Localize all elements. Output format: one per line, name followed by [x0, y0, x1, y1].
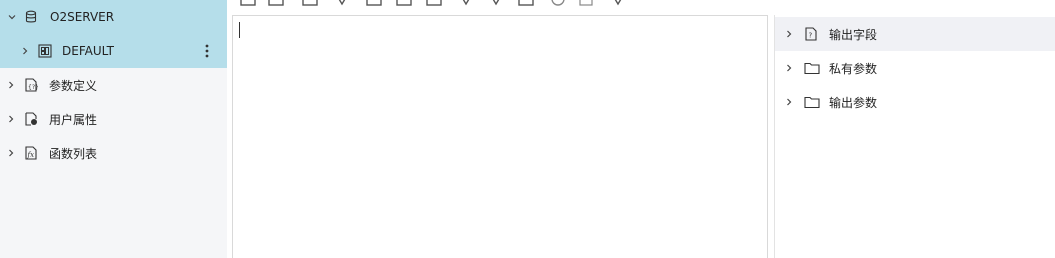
tree-node-params[interactable]: {?} 参数定义 — [0, 68, 227, 102]
tree-node-user-attrs-label: 用户属性 — [49, 112, 98, 127]
toolbar-button-1-icon[interactable] — [240, 0, 256, 6]
chevron-down-icon[interactable] — [7, 12, 17, 22]
toolbar-button-12-icon[interactable] — [578, 0, 594, 6]
toolbar-button-6-icon[interactable] — [396, 0, 412, 6]
tree-node-private-params-label: 私有参数 — [829, 61, 878, 76]
tree-node-server[interactable]: O2SERVER — [0, 0, 227, 34]
tree-node-server-label: O2SERVER — [50, 10, 115, 24]
svg-text:fx: fx — [27, 151, 35, 159]
tree-node-output-fields-label: 输出字段 — [829, 27, 878, 42]
chevron-right-icon[interactable] — [784, 63, 794, 73]
text-caret — [239, 22, 240, 38]
chevron-right-icon[interactable] — [784, 29, 794, 39]
param-doc-icon: {?} — [24, 78, 38, 92]
toolbar-button-2-icon[interactable] — [268, 0, 284, 6]
database-icon — [24, 10, 38, 24]
user-attr-icon — [24, 112, 38, 126]
folder-icon — [804, 95, 820, 109]
expression-editor[interactable] — [232, 15, 768, 258]
field-doc-icon: ? — [804, 27, 818, 41]
table-grid-icon — [38, 44, 52, 58]
toolbar-button-10-icon[interactable] — [518, 0, 534, 6]
editor-toolbar — [232, 0, 652, 6]
tree-node-db-label: DEFAULT — [62, 44, 114, 58]
tree-node-output-params-label: 输出参数 — [829, 95, 878, 110]
chevron-right-icon[interactable] — [20, 46, 30, 56]
toolbar-button-11-icon[interactable] — [550, 0, 566, 6]
tree-node-db[interactable]: DEFAULT — [0, 34, 227, 68]
more-vertical-icon[interactable] — [201, 43, 213, 59]
right-tree-panel: ? 输出字段 私有参数 输出参数 — [774, 15, 1055, 258]
function-doc-icon: fx — [24, 146, 38, 160]
app-window: O2SERVER DEFAULT {?} 参数定义 用户属性 fx 函数列表 ?… — [0, 0, 1055, 258]
chevron-right-icon[interactable] — [784, 97, 794, 107]
toolbar-button-8-icon[interactable] — [458, 0, 474, 6]
tree-node-functions-label: 函数列表 — [49, 146, 98, 161]
tree-node-output-fields[interactable]: ? 输出字段 — [775, 17, 1055, 51]
chevron-right-icon[interactable] — [6, 148, 16, 158]
folder-icon — [804, 61, 820, 75]
chevron-right-icon[interactable] — [6, 114, 16, 124]
toolbar-button-9-icon[interactable] — [488, 0, 504, 6]
tree-node-private-params[interactable]: 私有参数 — [775, 51, 1055, 85]
tree-node-user-attrs[interactable]: 用户属性 — [0, 102, 227, 136]
toolbar-button-4-icon[interactable] — [334, 0, 350, 6]
toolbar-button-5-icon[interactable] — [366, 0, 382, 6]
tree-node-output-params[interactable]: 输出参数 — [775, 85, 1055, 119]
toolbar-button-13-icon[interactable] — [610, 0, 626, 6]
chevron-right-icon[interactable] — [6, 80, 16, 90]
toolbar-button-7-icon[interactable] — [426, 0, 442, 6]
tree-node-params-label: 参数定义 — [49, 78, 98, 93]
left-tree-panel: O2SERVER DEFAULT {?} 参数定义 用户属性 fx 函数列表 — [0, 0, 227, 258]
svg-text:{?}: {?} — [28, 84, 38, 91]
tree-node-functions[interactable]: fx 函数列表 — [0, 136, 227, 170]
svg-text:?: ? — [809, 32, 813, 40]
toolbar-button-3-icon[interactable] — [302, 0, 318, 6]
